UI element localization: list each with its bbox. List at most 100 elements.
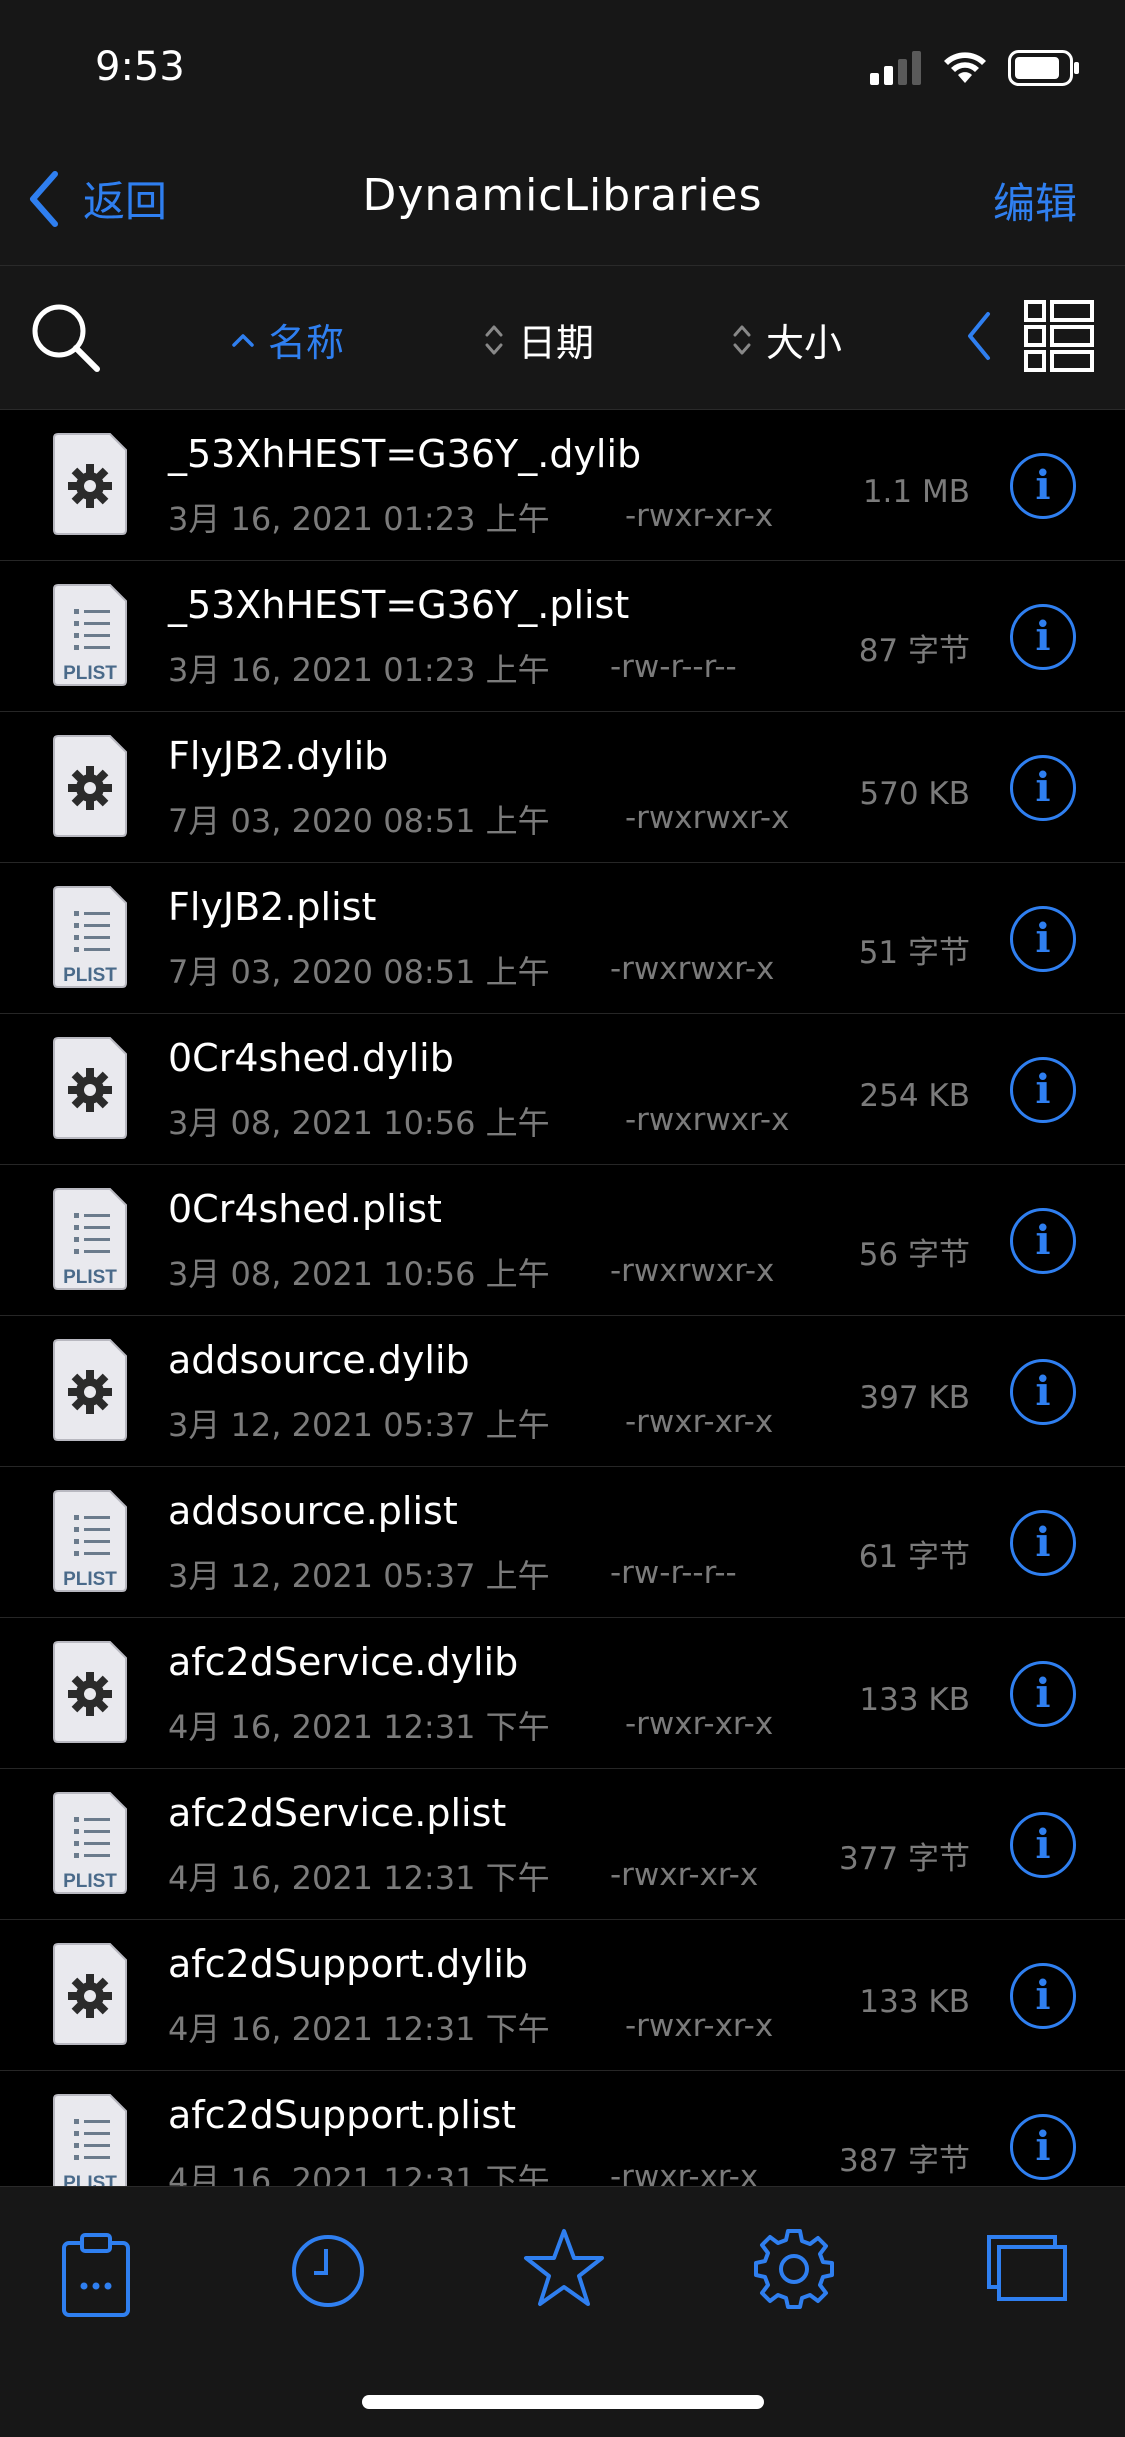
plist-file-icon: PLIST (50, 885, 130, 989)
navigation-bar: 返回 DynamicLibraries 编辑 (0, 140, 1125, 266)
plist-badge-text: PLIST (63, 1871, 117, 1892)
clipboard-icon[interactable] (58, 2231, 134, 2319)
file-permissions: -rwxrwxr-x (610, 951, 775, 987)
info-button[interactable]: i (1010, 1661, 1076, 1727)
info-button[interactable]: i (1010, 1963, 1076, 2029)
file-row[interactable]: FlyJB2.dylib 7月 03, 2020 08:51 上午 -rwxrw… (0, 712, 1125, 863)
file-row[interactable]: PLIST afc2dSupport.plist 4月 16, 2021 12:… (0, 2071, 1125, 2186)
plist-file-icon: PLIST (50, 2093, 130, 2186)
file-row[interactable]: PLIST _53XhHEST=G36Y_.plist 3月 16, 2021 … (0, 561, 1125, 712)
chevron-left-icon[interactable] (962, 308, 996, 364)
file-size: 570 KB (859, 776, 970, 812)
file-permissions: -rwxrwxr-x (625, 1102, 790, 1138)
sort-by-name-button[interactable]: 名称 (232, 312, 344, 367)
file-row[interactable]: PLIST addsource.plist 3月 12, 2021 05:37 … (0, 1467, 1125, 1618)
info-button[interactable]: i (1010, 755, 1076, 821)
file-row[interactable]: addsource.dylib 3月 12, 2021 05:37 上午 -rw… (0, 1316, 1125, 1467)
status-time: 9:53 (95, 44, 185, 90)
info-button[interactable]: i (1010, 906, 1076, 972)
file-name: addsource.dylib (168, 1338, 470, 1382)
file-size: 87 字节 (858, 633, 970, 669)
file-size: 133 KB (859, 1682, 970, 1718)
file-list: _53XhHEST=G36Y_.dylib 3月 16, 2021 01:23 … (0, 410, 1125, 2186)
dylib-file-icon (50, 1036, 130, 1140)
status-icons (870, 50, 1080, 86)
search-icon[interactable] (30, 302, 102, 374)
plist-file-icon: PLIST (50, 1791, 130, 1895)
status-bar: 9:53 (0, 0, 1125, 140)
windows-icon[interactable] (985, 2233, 1069, 2303)
gear-icon[interactable] (752, 2227, 836, 2311)
home-indicator[interactable] (362, 2395, 764, 2409)
sort-toolbar: 名称 日期 大小 (0, 266, 1125, 410)
file-name: addsource.plist (168, 1489, 458, 1533)
file-row[interactable]: afc2dSupport.dylib 4月 16, 2021 12:31 下午 … (0, 1920, 1125, 2071)
sort-by-size-button[interactable]: 大小 (732, 312, 842, 367)
edit-button[interactable]: 编辑 (993, 170, 1077, 231)
plist-badge-text: PLIST (63, 965, 117, 986)
plist-file-icon: PLIST (50, 1489, 130, 1593)
file-date: 4月 16, 2021 12:31 下午 (168, 1708, 550, 1746)
file-permissions: -rwxrwxr-x (625, 800, 790, 836)
list-view-icon[interactable] (1024, 300, 1094, 372)
plist-badge-text: PLIST (63, 663, 117, 684)
dylib-file-icon (50, 1338, 130, 1442)
file-date: 3月 12, 2021 05:37 上午 (168, 1406, 550, 1444)
file-size: 254 KB (859, 1078, 970, 1114)
file-size: 61 字节 (858, 1539, 970, 1575)
file-size: 133 KB (859, 1984, 970, 2020)
sort-by-date-button[interactable]: 日期 (484, 312, 594, 367)
file-name: afc2dSupport.dylib (168, 1942, 528, 1986)
file-row[interactable]: _53XhHEST=G36Y_.dylib 3月 16, 2021 01:23 … (0, 410, 1125, 561)
plist-badge-text: PLIST (63, 1267, 117, 1288)
file-date: 4月 16, 2021 12:31 下午 (168, 2010, 550, 2048)
page-title: DynamicLibraries (362, 170, 763, 221)
file-date: 3月 16, 2021 01:23 上午 (168, 651, 550, 689)
file-row[interactable]: afc2dService.dylib 4月 16, 2021 12:31 下午 … (0, 1618, 1125, 1769)
wifi-icon (944, 52, 986, 83)
file-permissions: -rwxr-xr-x (625, 1404, 774, 1440)
file-name: _53XhHEST=G36Y_.dylib (168, 432, 642, 476)
file-permissions: -rwxrwxr-x (610, 1253, 775, 1289)
file-size: 397 KB (859, 1380, 970, 1416)
file-date: 3月 08, 2021 10:56 上午 (168, 1255, 550, 1293)
clock-icon[interactable] (290, 2233, 366, 2309)
dylib-file-icon (50, 734, 130, 838)
file-row[interactable]: PLIST FlyJB2.plist 7月 03, 2020 08:51 上午 … (0, 863, 1125, 1014)
file-permissions: -rw-r--r-- (610, 649, 737, 685)
signal-icon (870, 51, 921, 85)
sort-updown-icon (733, 325, 751, 354)
file-name: FlyJB2.dylib (168, 734, 389, 778)
plist-file-icon: PLIST (50, 583, 130, 687)
file-name: 0Cr4shed.plist (168, 1187, 442, 1231)
sort-name-label: 名称 (268, 321, 345, 365)
file-size: 377 字节 (838, 1841, 970, 1877)
sort-size-label: 大小 (766, 321, 843, 365)
file-row[interactable]: PLIST afc2dService.plist 4月 16, 2021 12:… (0, 1769, 1125, 1920)
file-size: 387 字节 (838, 2143, 970, 2179)
file-row[interactable]: PLIST 0Cr4shed.plist 3月 08, 2021 10:56 上… (0, 1165, 1125, 1316)
file-date: 7月 03, 2020 08:51 上午 (168, 802, 550, 840)
sort-updown-icon (485, 325, 503, 354)
info-button[interactable]: i (1010, 1359, 1076, 1425)
file-permissions: -rwxr-xr-x (625, 2008, 774, 2044)
info-button[interactable]: i (1010, 2114, 1076, 2180)
info-button[interactable]: i (1010, 1812, 1076, 1878)
plist-badge-text: PLIST (63, 1569, 117, 1590)
file-name: afc2dService.plist (168, 1791, 507, 1835)
file-date: 4月 16, 2021 12:31 下午 (168, 2161, 550, 2186)
info-button[interactable]: i (1010, 1057, 1076, 1123)
file-size: 56 字节 (858, 1237, 970, 1273)
info-button[interactable]: i (1010, 1510, 1076, 1576)
file-date: 4月 16, 2021 12:31 下午 (168, 1859, 550, 1897)
info-button[interactable]: i (1010, 453, 1076, 519)
dylib-file-icon (50, 432, 130, 536)
info-button[interactable]: i (1010, 1208, 1076, 1274)
file-row[interactable]: 0Cr4shed.dylib 3月 08, 2021 10:56 上午 -rwx… (0, 1014, 1125, 1165)
plist-file-icon: PLIST (50, 1187, 130, 1291)
file-name: _53XhHEST=G36Y_.plist (168, 583, 630, 627)
dylib-file-icon (50, 1640, 130, 1744)
file-name: FlyJB2.plist (168, 885, 377, 929)
info-button[interactable]: i (1010, 604, 1076, 670)
star-icon[interactable] (523, 2227, 605, 2309)
